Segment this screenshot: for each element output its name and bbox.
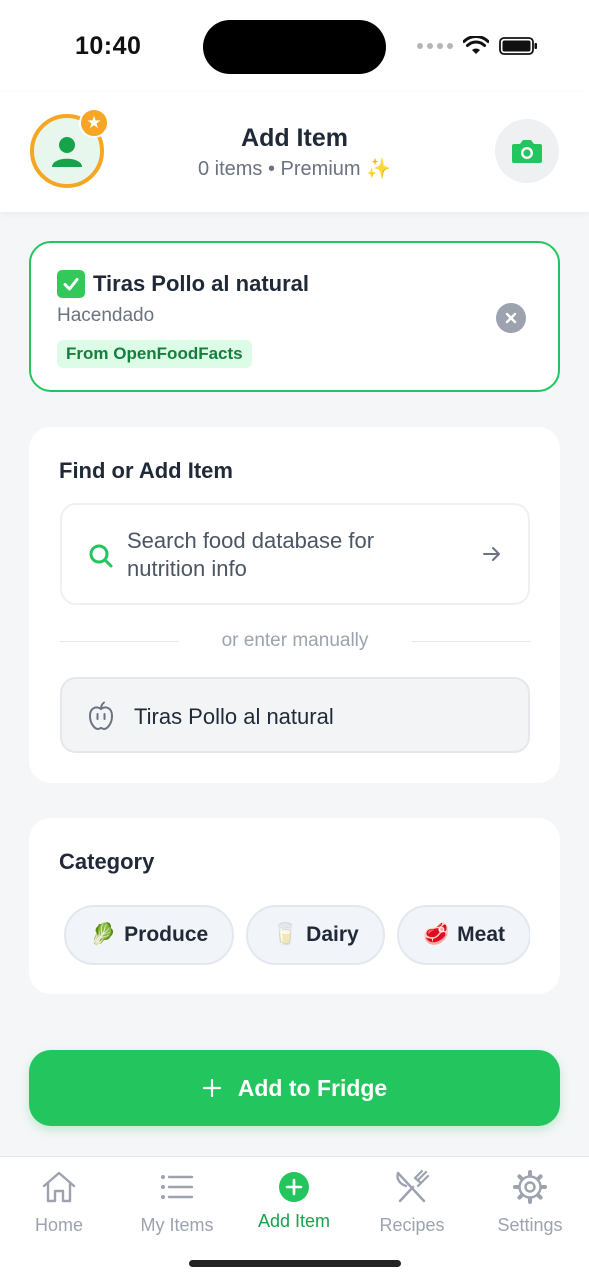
- tab-label: My Items: [140, 1215, 214, 1235]
- category-chip-produce[interactable]: 🥬 Produce: [64, 905, 235, 965]
- selected-product-brand: Hacendado: [57, 305, 155, 326]
- list-icon: [161, 1175, 194, 1199]
- wifi-icon: [463, 36, 489, 54]
- plus-icon: [202, 1078, 221, 1098]
- home-indicator[interactable]: [189, 1260, 401, 1267]
- tab-recipes[interactable]: Recipes: [353, 1167, 471, 1236]
- category-card: Category 🥬 Produce 🥛 Dairy 🥩 Meat: [29, 818, 560, 994]
- tab-label: Add Item: [257, 1211, 331, 1231]
- category-section-title: Category: [59, 849, 155, 874]
- tab-label: Recipes: [379, 1215, 445, 1235]
- produce-icon: 🥬: [90, 923, 117, 946]
- selected-product-name: Tiras Pollo al natural: [93, 271, 309, 296]
- status-icons: [417, 36, 539, 56]
- category-chip-label: Meat: [457, 923, 506, 946]
- divider-line-right: [412, 641, 530, 642]
- category-chip-label: Produce: [124, 923, 209, 946]
- search-icon: [89, 544, 113, 568]
- dairy-icon: 🥛: [272, 923, 299, 946]
- find-section-title: Find or Add Item: [59, 458, 233, 483]
- app-header: ★ Add Item 0 items • Premium ✨: [0, 92, 589, 212]
- check-icon: [57, 270, 85, 298]
- manual-name-value: Tiras Pollo al natural: [134, 704, 334, 729]
- tab-home[interactable]: Home: [0, 1167, 118, 1236]
- category-chip-dairy[interactable]: 🥛 Dairy: [246, 905, 385, 965]
- arrow-right-icon: [483, 547, 500, 561]
- find-item-card: Find or Add Item Search food database fo…: [29, 427, 560, 783]
- tab-label: Settings: [497, 1215, 563, 1235]
- search-placeholder: Search food database for nutrition info: [127, 528, 375, 581]
- apple-icon: [89, 701, 113, 730]
- search-food-button[interactable]: Search food database for nutrition info: [60, 503, 530, 605]
- scan-camera-button[interactable]: [495, 119, 559, 183]
- camera-icon: [512, 140, 542, 163]
- plus-circle-icon: [279, 1172, 309, 1202]
- tab-my-items[interactable]: My Items: [118, 1167, 236, 1236]
- manual-divider: or enter manually: [60, 627, 530, 657]
- utensils-icon: [396, 1169, 430, 1203]
- close-icon: [505, 312, 517, 324]
- battery-icon: [499, 37, 537, 55]
- clear-selection-button[interactable]: [496, 303, 526, 333]
- status-time: 10:40: [75, 32, 142, 60]
- add-to-fridge-button[interactable]: Add to Fridge: [29, 1050, 560, 1126]
- home-icon: [42, 1171, 76, 1203]
- category-chips: 🥬 Produce 🥛 Dairy 🥩 Meat: [64, 905, 530, 965]
- tab-add-item[interactable]: Add Item: [235, 1167, 353, 1232]
- tab-label: Home: [34, 1215, 83, 1235]
- signal-icon: [417, 43, 453, 49]
- manual-name-input[interactable]: Tiras Pollo al natural: [60, 677, 530, 753]
- gear-icon: [513, 1170, 547, 1204]
- selected-product-title: Tiras Pollo al natural: [57, 270, 309, 298]
- source-tag: From OpenFoodFacts: [57, 340, 252, 368]
- status-bar: 10:40: [0, 0, 589, 92]
- meat-icon: 🥩: [423, 923, 450, 946]
- category-chip-meat[interactable]: 🥩 Meat: [397, 905, 530, 965]
- selected-product-card: Tiras Pollo al natural Hacendado From Op…: [29, 241, 560, 392]
- dynamic-island: [203, 20, 386, 74]
- category-chip-label: Dairy: [306, 923, 359, 946]
- tab-settings[interactable]: Settings: [471, 1167, 589, 1236]
- add-to-fridge-label: Add to Fridge: [237, 1074, 388, 1101]
